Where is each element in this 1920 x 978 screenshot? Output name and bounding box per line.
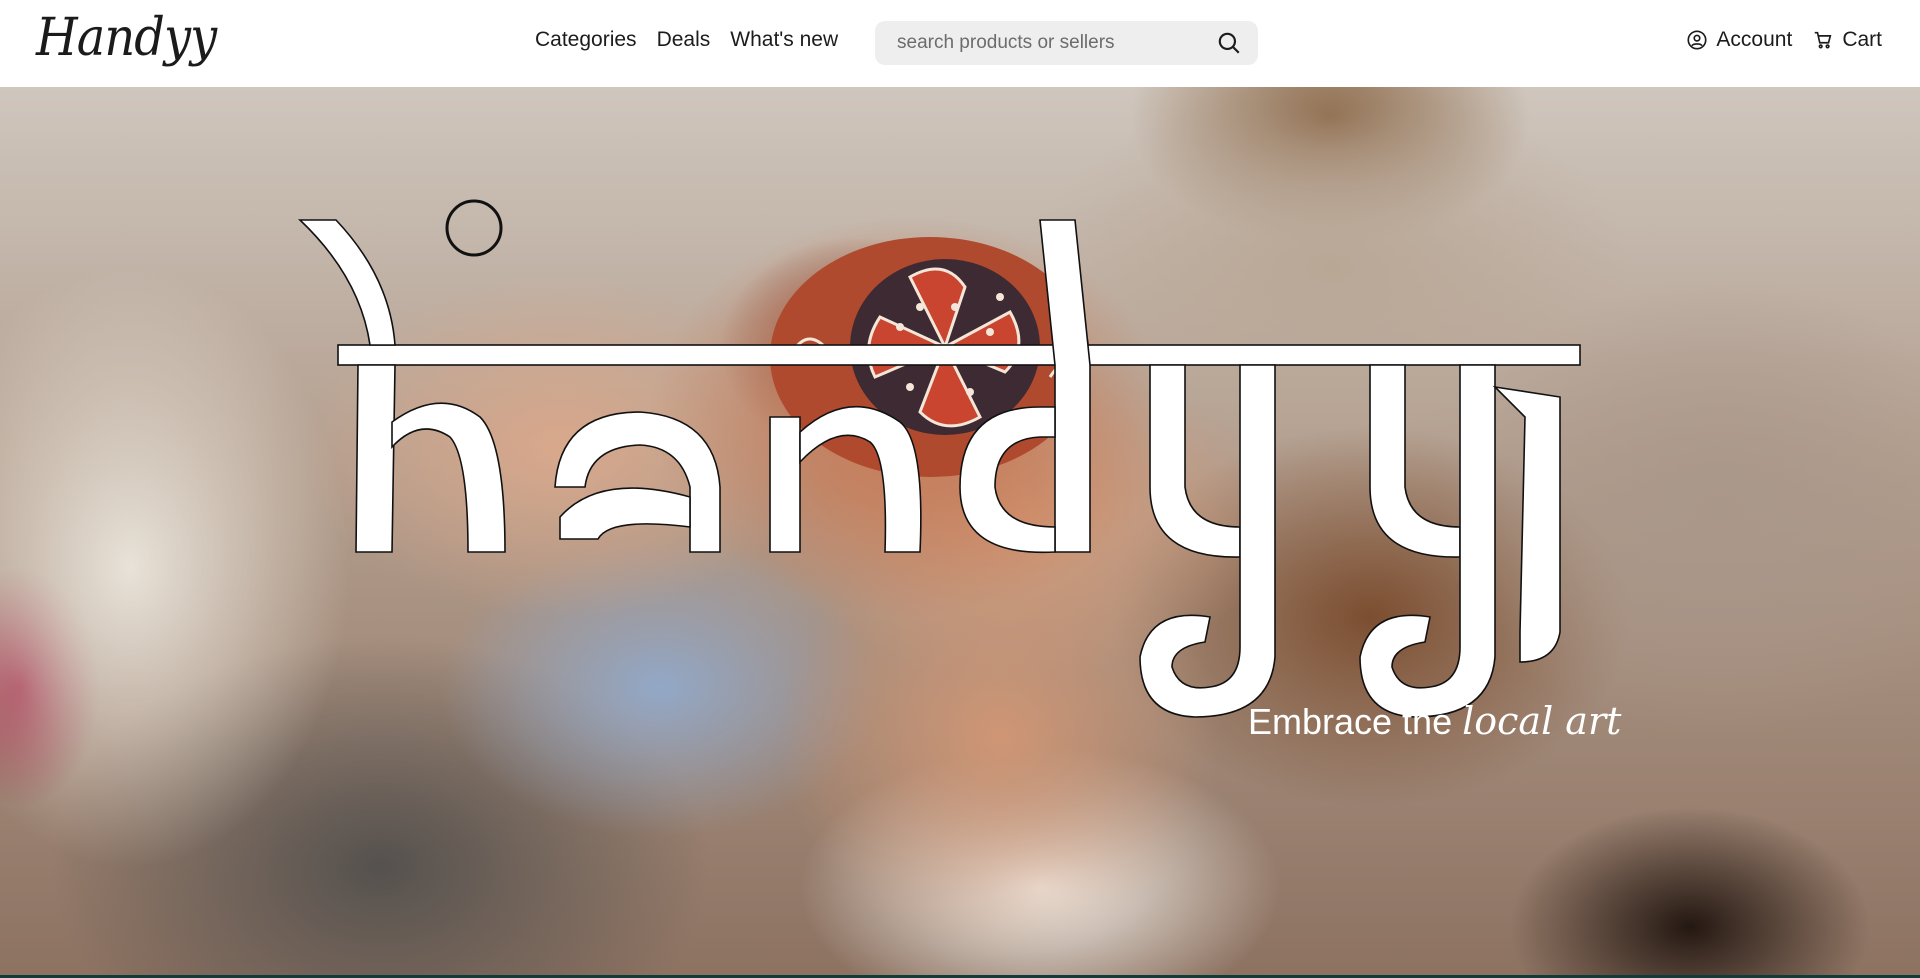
cart-label: Cart <box>1842 28 1882 51</box>
main-nav: Categories Deals What's new <box>535 28 838 52</box>
search-box <box>875 21 1258 65</box>
user-circle-icon <box>1687 30 1707 50</box>
cart-button[interactable]: Cart <box>1812 28 1882 52</box>
nav-link-categories[interactable]: Categories <box>535 28 637 52</box>
tagline-script-text: local art <box>1462 699 1622 743</box>
hero-banner: Embrace the local art <box>0 87 1920 978</box>
hero-wordmark <box>297 199 1581 718</box>
account-button[interactable]: Account <box>1686 28 1792 52</box>
search-icon[interactable] <box>1216 30 1242 56</box>
hero-tagline: Embrace the local art <box>1248 699 1621 743</box>
nav-right: Account Cart <box>1686 28 1882 52</box>
top-navbar: Handyy Categories Deals What's new Accou… <box>0 0 1920 87</box>
nav-link-whats-new[interactable]: What's new <box>730 28 838 52</box>
tagline-text: Embrace the <box>1248 701 1453 742</box>
brand-logo[interactable]: Handyy <box>36 8 217 68</box>
cart-icon <box>1815 31 1832 49</box>
search-input[interactable] <box>895 31 1216 55</box>
nav-link-deals[interactable]: Deals <box>657 28 711 52</box>
account-label: Account <box>1716 28 1793 51</box>
